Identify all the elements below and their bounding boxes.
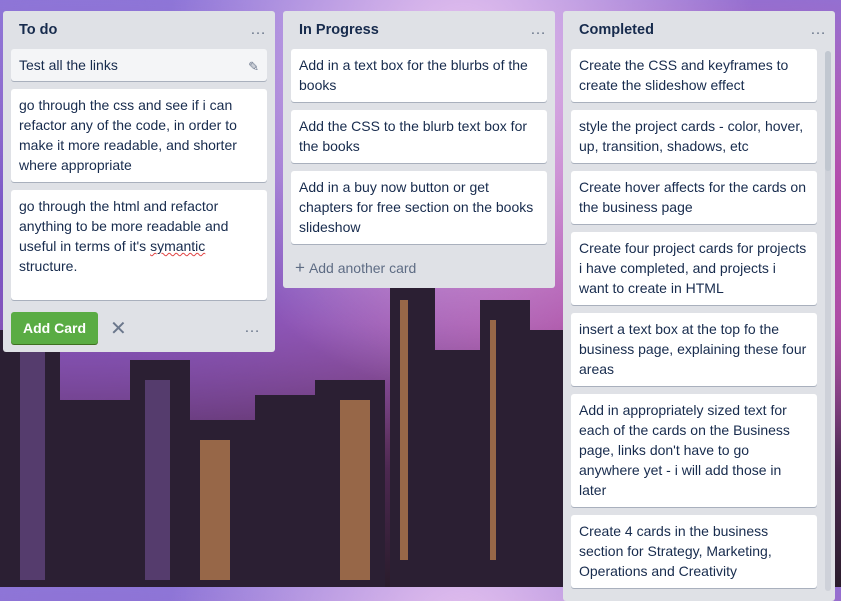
card[interactable]: Create the CSS and keyframes to create t… — [571, 49, 817, 102]
list-menu-icon[interactable]: … — [530, 22, 547, 38]
list-todo: To do … Test all the links ✎ go through … — [3, 11, 275, 352]
card[interactable]: insert a text box at the top fo the busi… — [571, 313, 817, 386]
list-header: In Progress … — [283, 11, 555, 49]
card[interactable]: style the project cards - color, hover, … — [571, 110, 817, 163]
card[interactable]: Add in appropriately sized text for each… — [571, 394, 817, 507]
plus-icon: + — [295, 258, 305, 277]
card-text: Create 4 cards in the business section f… — [579, 523, 772, 579]
card-text: Create four project cards for projects i… — [579, 240, 807, 296]
card-text: Add in a buy now button or get chapters … — [299, 179, 534, 235]
close-icon[interactable]: ✕ — [110, 316, 127, 341]
card[interactable]: Test all the links ✎ — [11, 49, 267, 81]
list-header: Completed … — [563, 11, 835, 49]
pencil-icon[interactable]: ✎ — [248, 57, 259, 77]
card-text: Create the CSS and keyframes to create t… — [579, 57, 789, 93]
composer-controls: Add Card ✕ … — [3, 308, 275, 352]
card-text: insert a text box at the top fo the busi… — [579, 321, 807, 377]
add-another-card-button[interactable]: + Add another card — [283, 252, 555, 288]
list-title[interactable]: To do — [19, 22, 57, 38]
composer-options-icon[interactable]: … — [244, 319, 267, 337]
add-another-card-label: Add another card — [308, 260, 417, 276]
card-text: Add in a text box for the blurbs of the … — [299, 57, 528, 93]
misspelled-word: symantic — [150, 238, 206, 254]
add-card-button[interactable]: Add Card — [11, 312, 98, 344]
list-title[interactable]: In Progress — [299, 22, 379, 38]
card[interactable]: Create four project cards for projects i… — [571, 232, 817, 305]
card[interactable]: Create hover affects for the cards on th… — [571, 171, 817, 224]
scrollbar-thumb[interactable] — [825, 51, 831, 171]
card[interactable]: Add in a text box for the blurbs of the … — [291, 49, 547, 102]
card[interactable]: Create 4 cards in the business section f… — [571, 515, 817, 588]
card-text: go through the css and see if i can refa… — [19, 97, 237, 173]
new-card-textarea[interactable]: go through the html and refactor anythin… — [11, 190, 267, 300]
list-menu-icon[interactable]: … — [810, 22, 827, 38]
card[interactable]: go through the css and see if i can refa… — [11, 89, 267, 182]
card-text: Test all the links — [19, 57, 118, 73]
composer-text-end: structure. — [19, 258, 78, 274]
card[interactable]: Add the CSS to the blurb text box for th… — [291, 110, 547, 163]
list-title[interactable]: Completed — [579, 22, 654, 38]
list-in-progress: In Progress … Add in a text box for the … — [283, 11, 555, 288]
list-header: To do … — [3, 11, 275, 49]
list-completed: Completed … Create the CSS and keyframes… — [563, 11, 835, 601]
card-text: style the project cards - color, hover, … — [579, 118, 804, 154]
card[interactable]: Add in a buy now button or get chapters … — [291, 171, 547, 244]
card-text: Add the CSS to the blurb text box for th… — [299, 118, 528, 154]
card-text: Create hover affects for the cards on th… — [579, 179, 806, 215]
list-menu-icon[interactable]: … — [250, 22, 267, 38]
card-text: Add in appropriately sized text for each… — [579, 402, 790, 498]
